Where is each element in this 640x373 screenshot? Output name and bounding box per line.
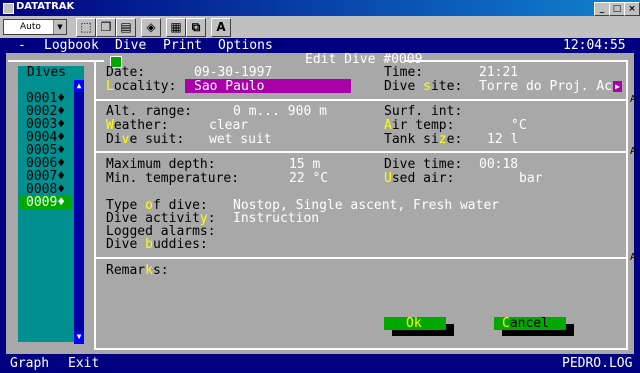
time-value[interactable]: 21:21 <box>479 66 518 80</box>
log-file-name: PEDRO.LOG <box>562 356 633 371</box>
paste-icon[interactable]: ▤ <box>116 18 136 37</box>
dives-scrollbar[interactable] <box>74 80 84 344</box>
max-depth-label: Maximum depth: <box>106 157 216 172</box>
chevron-down-icon: ▼ <box>53 20 66 34</box>
dives-header: Dives <box>27 65 67 80</box>
menu-dash[interactable]: - <box>18 39 26 53</box>
split-marker-icon: A <box>630 146 637 157</box>
divider <box>94 348 628 350</box>
weather-value[interactable]: clear <box>209 119 248 133</box>
fullscreen-icon[interactable]: ◈ <box>141 18 161 37</box>
menu-logbook[interactable]: Logbook <box>44 39 99 53</box>
font-size-value: Auto <box>20 22 41 32</box>
surf-int-label: Surf. int: <box>384 104 463 119</box>
divider <box>626 60 628 350</box>
weather-label: Weather: <box>106 118 169 133</box>
alt-range-label: Alt. range: <box>106 104 193 119</box>
remarks-label: Remarks: <box>106 263 169 278</box>
locality-value[interactable]: Sao Paulo <box>194 80 264 94</box>
status-bar: Graph Exit PEDRO.LOG <box>0 356 640 373</box>
menu-print[interactable]: Print <box>163 39 202 53</box>
air-temp-value[interactable]: °C <box>511 119 527 133</box>
close-button[interactable]: × <box>624 2 640 16</box>
tank-size-value[interactable]: 12 l <box>487 133 518 147</box>
maximize-button[interactable]: □ <box>609 2 625 16</box>
divider <box>8 60 96 62</box>
scroll-down-icon[interactable]: ▼ <box>74 331 84 343</box>
divider <box>94 257 628 259</box>
dive-time-value[interactable]: 00:18 <box>479 158 518 172</box>
title-bar: DATATRAK _ □ × <box>0 0 640 16</box>
dive-time-label: Dive time: <box>384 157 463 172</box>
used-air-value[interactable]: bar <box>519 172 542 186</box>
used-air-label: Used air: <box>384 171 455 186</box>
min-temp-value[interactable]: 22 °C <box>289 172 328 186</box>
exit-command[interactable]: Exit <box>68 357 99 371</box>
font-size-select[interactable]: Auto ▼ <box>3 19 67 35</box>
dive-activity-value[interactable]: Instruction <box>233 212 319 226</box>
min-temp-label: Min. temperature: <box>106 171 240 186</box>
ok-button-label: Ok <box>406 316 422 331</box>
air-temp-label: Air temp: <box>384 118 455 133</box>
menu-options[interactable]: Options <box>218 39 273 53</box>
divider <box>94 151 628 153</box>
alt-range-value[interactable]: 0 m... 900 m <box>233 105 327 119</box>
cancel-button-label: Cancel <box>502 316 549 331</box>
dive-buddies-label: Dive buddies: <box>106 237 208 252</box>
dive-suit-label: Dive suit: <box>106 132 185 147</box>
app-icon <box>3 3 14 14</box>
divider <box>94 60 96 350</box>
copy-icon[interactable]: ❐ <box>96 18 116 37</box>
mark-icon[interactable]: ⬚ <box>76 18 96 37</box>
more-arrow-icon[interactable]: ▶ <box>613 81 622 92</box>
font-icon[interactable]: A <box>211 18 231 37</box>
ok-button[interactable]: Ok <box>384 316 446 331</box>
dive-list-item-label: 0009♦ <box>26 195 66 210</box>
divider <box>404 60 628 62</box>
clock: 12:04:55 <box>563 38 626 53</box>
properties-icon[interactable]: ▦ <box>166 18 186 37</box>
dive-site-label: Dive site: <box>384 79 463 94</box>
background-icon[interactable]: ⧉ <box>186 18 206 37</box>
menu-dive[interactable]: Dive <box>115 39 146 53</box>
tank-size-label: Tank size: <box>384 132 463 147</box>
minimize-button[interactable]: _ <box>594 2 610 16</box>
scroll-up-icon[interactable]: ▲ <box>74 80 84 92</box>
dive-site-value[interactable]: Torre do Proj. Ac <box>479 80 612 94</box>
locality-label: Locality: <box>106 79 177 94</box>
date-label: Date: <box>106 65 146 80</box>
window-title: DATATRAK <box>16 1 75 12</box>
split-marker-icon: A <box>630 252 637 263</box>
split-marker-icon: A <box>630 94 637 105</box>
max-depth-value[interactable]: 15 m <box>289 158 320 172</box>
cancel-button[interactable]: Cancel <box>494 316 566 331</box>
dive-list-item[interactable]: 0009♦ <box>20 196 72 209</box>
divider <box>94 99 628 101</box>
date-value[interactable]: 09-30-1997 <box>194 66 272 80</box>
menu-bar: - Logbook Dive Print Options 12:04:55 <box>0 38 640 53</box>
time-label: Time: <box>384 65 424 80</box>
dive-suit-value[interactable]: wet suit <box>209 133 272 147</box>
graph-command[interactable]: Graph <box>10 357 49 371</box>
